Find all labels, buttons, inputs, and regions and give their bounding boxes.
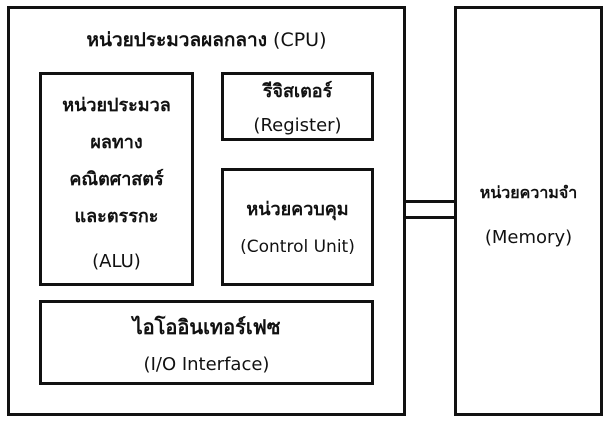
io-interface-block: ไอโออินเทอร์เฟซ (I/O Interface) (39, 300, 374, 385)
register-label-en: (Register) (253, 115, 342, 136)
bus-line-lower (406, 216, 454, 219)
cpu-title: หน่วยประมวลผลกลาง (CPU) (10, 31, 403, 50)
alu-abbrev: (ALU) (92, 251, 141, 272)
bus-line-upper (406, 200, 454, 203)
cpu-title-th: หน่วยประมวลผลกลาง (86, 29, 267, 51)
memory-label-en: (Memory) (484, 227, 573, 248)
control-unit-label-th: หน่วยควบคุม (246, 199, 349, 220)
register-label-th: รีจิสเตอร์ (262, 81, 333, 102)
cpu-title-en: (CPU) (273, 29, 327, 51)
control-unit-block: หน่วยควบคุม (Control Unit) (221, 168, 374, 286)
alu-line-1: หน่วยประมวล (62, 95, 171, 116)
control-unit-label-en: (Control Unit) (240, 237, 355, 257)
memory-label-th: หน่วยความจำ (479, 183, 578, 202)
alu-line-2: ผลทาง (90, 132, 143, 153)
memory-block: หน่วยความจำ (Memory) (454, 6, 603, 416)
alu-line-3: คณิตศาสตร์ (69, 169, 164, 190)
alu-block: หน่วยประมวล ผลทาง คณิตศาสตร์ และตรรกะ (A… (39, 72, 194, 286)
io-label-en: (I/O Interface) (143, 354, 270, 375)
io-label-th: ไอโออินเทอร์เฟซ (132, 315, 281, 339)
register-block: รีจิสเตอร์ (Register) (221, 72, 374, 141)
alu-line-4: และตรรกะ (74, 206, 159, 227)
